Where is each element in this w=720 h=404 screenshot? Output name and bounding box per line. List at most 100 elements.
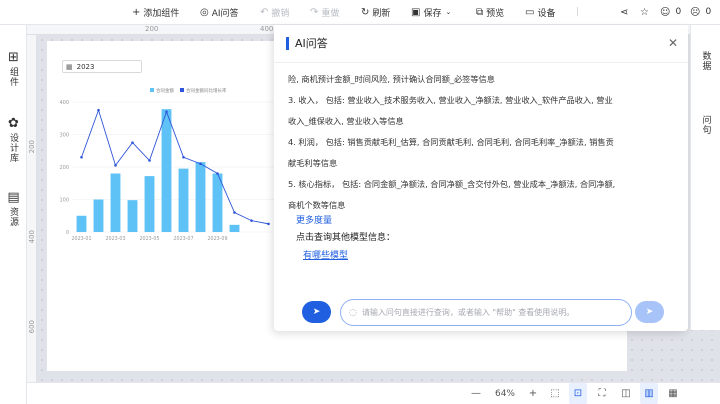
calendar-icon: ▦ (66, 63, 73, 71)
thumbs-up-icon: ☺ (660, 7, 670, 18)
design-icon: ✿ (8, 117, 19, 131)
refresh-button[interactable]: ↻刷新 (361, 0, 390, 24)
send-button[interactable]: ➤ (635, 301, 664, 323)
y-tick-label: 400 (59, 100, 69, 106)
bar (94, 200, 104, 233)
line-point (114, 164, 117, 167)
y-tick-label: 100 (59, 198, 69, 204)
line-point (250, 219, 253, 222)
ai-qa-panel: AI问答 ✕ 险, 商机预计金额_时间风险, 预计确认合同额_必签等信息 3. … (274, 25, 688, 331)
share-icon: ⋖ (620, 7, 628, 18)
line-point (148, 159, 151, 162)
more-measures-link[interactable]: 更多度量 (296, 213, 332, 226)
question-input[interactable]: ◌ 请输入问句直接进行查询，或者输入 "帮助" 查看使用说明。 (340, 299, 632, 326)
save-icon: ▣ (411, 7, 420, 18)
line-point (131, 141, 134, 144)
y-tick-label: 300 (59, 133, 69, 139)
fit-icon: ⬚ (550, 388, 559, 399)
answer-line: 商机个数等信息 (288, 195, 658, 216)
line-point (267, 223, 270, 226)
undo-button[interactable]: ↶撤销 (260, 0, 289, 24)
zoom-in-button[interactable]: + (525, 383, 541, 404)
answer-line: 收入_维保收入, 营业收入等信息 (288, 111, 658, 132)
answer-line: 险, 商机预计金额_时间风险, 预计确认合同额_必签等信息 (288, 69, 658, 90)
legend-label: 合同金额同比增长率 (186, 87, 227, 94)
component-icon: ⊞ (8, 51, 19, 65)
line-point (182, 156, 185, 159)
x-tick-label: 2023-07 (173, 236, 193, 242)
close-icon[interactable]: ✕ (668, 36, 678, 50)
send-icon: ➤ (646, 307, 654, 317)
table-icon: ▦ (668, 388, 677, 399)
bar (128, 200, 138, 232)
preview-button[interactable]: ⧉预览 (476, 0, 504, 24)
like-button[interactable]: ☺0 (660, 0, 681, 24)
send-icon: ➤ (313, 307, 321, 317)
which-models-link[interactable]: 有哪些模型 (303, 248, 348, 261)
expand-button[interactable]: ⛶ (593, 383, 611, 404)
table-view-button[interactable]: ▦ (664, 383, 682, 404)
y-tick-label: 0 (66, 230, 69, 236)
sidebar-item-resources[interactable]: ▤资源 (0, 191, 27, 227)
toolbar-divider: | (576, 0, 579, 24)
ai-action-button[interactable]: ➤ (302, 301, 331, 323)
bar (77, 216, 87, 232)
settings-icon: ▭ (525, 7, 534, 18)
answer-line: 献毛利等信息 (288, 153, 658, 174)
settings-button[interactable]: ▭设备 (525, 0, 555, 24)
refresh-icon: ↻ (361, 7, 369, 18)
legend-swatch (180, 88, 184, 92)
layout-button[interactable]: ◫ (617, 383, 635, 404)
top-toolbar: +添加组件 ◎AI问答 ↶撤销 ↷重做 ↻刷新 ▣保存⌄ ⧉预览 ▭设备 | ⋖… (0, 0, 720, 25)
tab-data[interactable]: 数据 (691, 51, 720, 71)
x-tick-label: 2023-09 (207, 236, 227, 242)
x-tick-label: 2023-03 (105, 236, 125, 242)
grid-view-button[interactable]: ▥ (640, 383, 658, 404)
left-sidebar: ⊞组件 ✿设计库 ▤资源 (0, 25, 27, 404)
fit-screen-button[interactable]: ⬚ (546, 383, 564, 404)
focus-icon: ⊡ (574, 388, 582, 399)
bottom-toolbar: — 64% + ⬚ ⊡ ⛶ ◫ ▥ ▦ (27, 382, 720, 404)
undo-icon: ↶ (260, 7, 268, 18)
answer-line: 3. 收入， 包括: 营业收入_技术服务收入, 营业收入_净额法, 营业收入_软… (288, 90, 658, 111)
bar (196, 162, 206, 232)
year-filter-select[interactable]: ▦ 2023 (62, 60, 142, 73)
line-point (80, 156, 83, 159)
ai-qa-button[interactable]: ◎AI问答 (200, 0, 239, 24)
answer-line: 5. 核心指标， 包括: 合同金额_净额法, 合同净额_含交付外包, 营业成本_… (288, 174, 658, 195)
minus-icon: — (471, 388, 481, 399)
line-point (165, 110, 168, 113)
zoom-out-button[interactable]: — (468, 383, 484, 404)
plus-icon: + (132, 7, 140, 18)
line-point (233, 211, 236, 214)
actual-size-button[interactable]: ⊡ (569, 383, 587, 404)
favorite-button[interactable]: ☆ (640, 0, 652, 24)
expand-icon: ⛶ (599, 388, 606, 399)
bar (179, 169, 189, 232)
legend-label: 合同金额 (156, 87, 174, 94)
chevron-down-icon: ⌄ (445, 8, 451, 16)
answer-line: 4. 利润， 包括: 销售贡献毛利_估算, 合同贡献毛利, 合同毛利, 合同毛利… (288, 132, 658, 153)
redo-icon: ↷ (310, 7, 318, 18)
plus-icon: + (529, 388, 537, 399)
bar (230, 225, 240, 232)
x-tick-label: 2023-01 (71, 236, 91, 242)
ruler-left: 200 400 600 (27, 35, 37, 382)
contract-amount-chart: 合同金额合同金额同比增长率01002003004002023-012023-03… (55, 82, 280, 244)
thumbs-down-icon: ☹ (690, 7, 700, 18)
ai-icon: ◎ (200, 7, 209, 18)
zoom-level: 64% (489, 383, 521, 404)
share-button[interactable]: ⋖ (620, 0, 631, 24)
chat-icon: ◌ (349, 308, 357, 318)
right-tab-bar: 数据 问句 (690, 25, 720, 330)
redo-button[interactable]: ↷重做 (310, 0, 339, 24)
add-component-button[interactable]: +添加组件 (132, 0, 179, 24)
sidebar-item-components[interactable]: ⊞组件 (0, 51, 27, 87)
sidebar-item-design-library[interactable]: ✿设计库 (0, 117, 27, 163)
x-tick-label: 2023-05 (139, 236, 159, 242)
save-button[interactable]: ▣保存⌄ (411, 0, 451, 24)
preview-icon: ⧉ (476, 7, 483, 18)
dislike-button[interactable]: ☹0 (690, 0, 711, 24)
tab-questions[interactable]: 问句 (691, 115, 720, 135)
bar (162, 109, 172, 232)
